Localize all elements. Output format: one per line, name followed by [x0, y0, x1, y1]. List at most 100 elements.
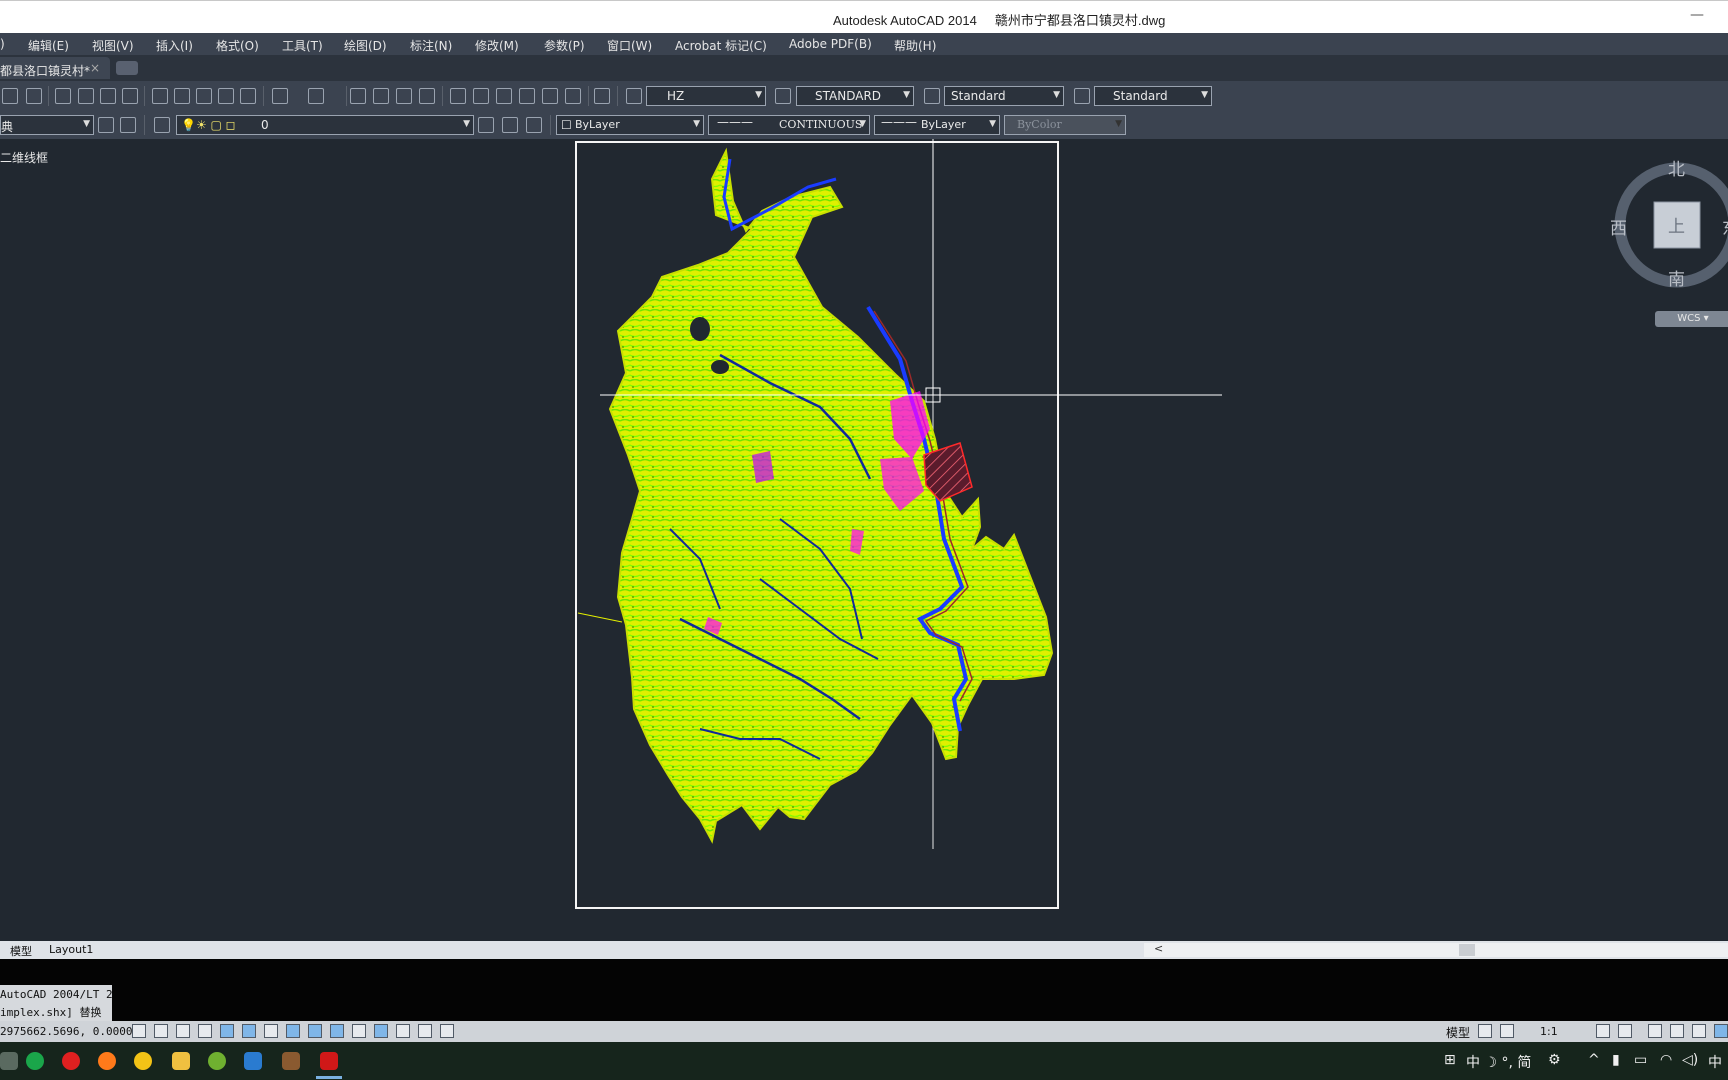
viewcube-east[interactable]: 东 [1722, 214, 1728, 239]
3d-object-snap-icon[interactable] [264, 1024, 278, 1038]
tray-expand-icon[interactable]: ^ [1588, 1052, 1600, 1068]
dim-style-dropdown[interactable]: STANDARD ▼ [796, 86, 914, 106]
design-center-icon[interactable] [473, 88, 489, 104]
menu-file-tail[interactable]: ) [0, 37, 5, 51]
workspace-settings-icon[interactable] [98, 117, 114, 133]
menu-format[interactable]: 格式(O) [216, 37, 259, 54]
grid-display-icon[interactable] [176, 1024, 190, 1038]
table-style-dropdown[interactable]: Standard ▼ [944, 86, 1064, 106]
layout1-tab[interactable]: Layout1 [49, 943, 93, 956]
model-space-label[interactable]: 模型 [1446, 1024, 1470, 1041]
plot-preview-icon[interactable] [78, 88, 94, 104]
command-window[interactable]: AutoCAD 2004/LT 2 implex.shx] 替换 [0, 959, 1728, 1021]
color-dropdown[interactable]: ☐ ByLayer ▼ [556, 115, 704, 135]
viewcube[interactable]: 北 西 南 东 上 WCS ▾ [1610, 159, 1728, 327]
microphone-icon[interactable]: ▮ [1612, 1052, 1620, 1068]
ime-grid-icon[interactable]: ⊞ [1444, 1052, 1456, 1068]
publish-icon[interactable] [100, 88, 116, 104]
menu-insert[interactable]: 插入(I) [156, 37, 193, 54]
scroll-left-icon[interactable]: < [1154, 942, 1163, 955]
menu-window[interactable]: 窗口(W) [607, 37, 652, 54]
ime-settings-icon[interactable]: ⚙ [1548, 1052, 1561, 1068]
menu-adobe-pdf[interactable]: Adobe PDF(B) [789, 37, 872, 51]
wcs-menu[interactable]: WCS ▾ [1655, 311, 1728, 327]
chrome-icon[interactable] [134, 1052, 152, 1070]
object-snap-icon[interactable] [242, 1024, 256, 1038]
quick-view-drawings-icon[interactable] [1500, 1024, 1514, 1038]
viewcube-north[interactable]: 北 [1668, 155, 1685, 180]
close-tab-icon[interactable]: × [90, 61, 100, 75]
file-explorer-icon[interactable] [172, 1052, 190, 1070]
transparency-icon[interactable] [374, 1024, 388, 1038]
menu-draw[interactable]: 绘图(D) [344, 37, 387, 54]
undo-icon[interactable] [272, 88, 288, 104]
text-style-dropdown[interactable]: HZ ▼ [646, 86, 766, 106]
object-snap-tracking-icon[interactable] [286, 1024, 300, 1038]
quick-view-layouts-icon[interactable] [1478, 1024, 1492, 1038]
pan-icon[interactable] [350, 88, 366, 104]
table-style-icon[interactable] [924, 88, 940, 104]
workspace-switching-icon[interactable] [1648, 1024, 1662, 1038]
lineweight-icon[interactable] [352, 1024, 366, 1038]
multileader-style-dropdown[interactable]: Standard ▼ [1094, 86, 1212, 106]
workspace-dropdown[interactable]: 典 ▼ [0, 115, 94, 135]
zoom-realtime-icon[interactable] [373, 88, 389, 104]
ime-indicator[interactable]: 中 [1708, 1052, 1722, 1072]
annotation-scale[interactable]: 1:1 [1540, 1025, 1558, 1038]
wifi-icon[interactable]: ◠ [1660, 1052, 1672, 1068]
cut-icon[interactable] [152, 88, 168, 104]
layer-properties-icon[interactable] [154, 117, 170, 133]
coordinates-readout[interactable]: 2975662.5696, 0.0000 [0, 1025, 132, 1038]
lock-icon[interactable] [1670, 1024, 1684, 1038]
quickcalc-icon[interactable] [565, 88, 581, 104]
document-tab[interactable]: 都县洛口镇灵村* × [0, 57, 110, 79]
search-app-icon[interactable] [244, 1052, 262, 1070]
customize-icon[interactable] [120, 117, 136, 133]
ime-status[interactable]: 中 ☽ °, 简 [1466, 1052, 1531, 1072]
autocad-icon[interactable] [320, 1052, 338, 1070]
sheet-set-icon[interactable] [519, 88, 535, 104]
multileader-style-icon[interactable] [1074, 88, 1090, 104]
zoom-previous-icon[interactable] [419, 88, 435, 104]
properties-icon[interactable] [450, 88, 466, 104]
plot-icon[interactable] [55, 88, 71, 104]
firefox-icon[interactable] [98, 1052, 116, 1070]
ortho-mode-icon[interactable] [198, 1024, 212, 1038]
menu-edit[interactable]: 编辑(E) [28, 37, 69, 54]
menu-acrobat[interactable]: Acrobat 标记(C) [675, 37, 767, 54]
taskbar-app-icon[interactable] [0, 1052, 18, 1070]
qgis-icon[interactable] [208, 1052, 226, 1070]
minimize-button[interactable]: — [1690, 7, 1704, 23]
selection-cycling-icon[interactable] [418, 1024, 432, 1038]
menu-tools[interactable]: 工具(T) [282, 37, 323, 54]
redo-icon[interactable] [308, 88, 324, 104]
quick-properties-icon[interactable] [396, 1024, 410, 1038]
help-icon[interactable] [594, 88, 610, 104]
infer-constraints-icon[interactable] [132, 1024, 146, 1038]
linetype-dropdown[interactable]: ——— CONTINUOUS ▼ [708, 115, 870, 135]
new-tab-button[interactable] [116, 61, 138, 75]
viewcube-top-face[interactable]: 上 [1668, 212, 1685, 237]
scrollbar-thumb[interactable] [1459, 944, 1475, 956]
clean-screen-icon[interactable] [1714, 1024, 1728, 1038]
arcgis-icon[interactable] [282, 1052, 300, 1070]
battery-icon[interactable]: ▭ [1634, 1052, 1647, 1068]
layer-dropdown[interactable]: 💡☀ ▢ ◻ 0 ▼ [176, 115, 474, 135]
menu-modify[interactable]: 修改(M) [475, 37, 519, 54]
copy-icon[interactable] [174, 88, 190, 104]
save-icon[interactable] [26, 88, 42, 104]
snap-mode-icon[interactable] [154, 1024, 168, 1038]
3d-print-icon[interactable] [122, 88, 138, 104]
volume-icon[interactable]: ◁) [1682, 1052, 1698, 1068]
menu-parametric[interactable]: 参数(P) [544, 37, 585, 54]
markup-icon[interactable] [542, 88, 558, 104]
annotation-monitor-icon[interactable] [440, 1024, 454, 1038]
menu-help[interactable]: 帮助(H) [894, 37, 936, 54]
viewcube-south[interactable]: 南 [1668, 265, 1685, 290]
model-tab[interactable]: 模型 [10, 943, 32, 959]
block-editor-icon[interactable] [240, 88, 256, 104]
menu-dimension[interactable]: 标注(N) [410, 37, 452, 54]
browser-360-icon[interactable] [26, 1052, 44, 1070]
netease-music-icon[interactable] [62, 1052, 80, 1070]
layer-previous-icon[interactable] [502, 117, 518, 133]
